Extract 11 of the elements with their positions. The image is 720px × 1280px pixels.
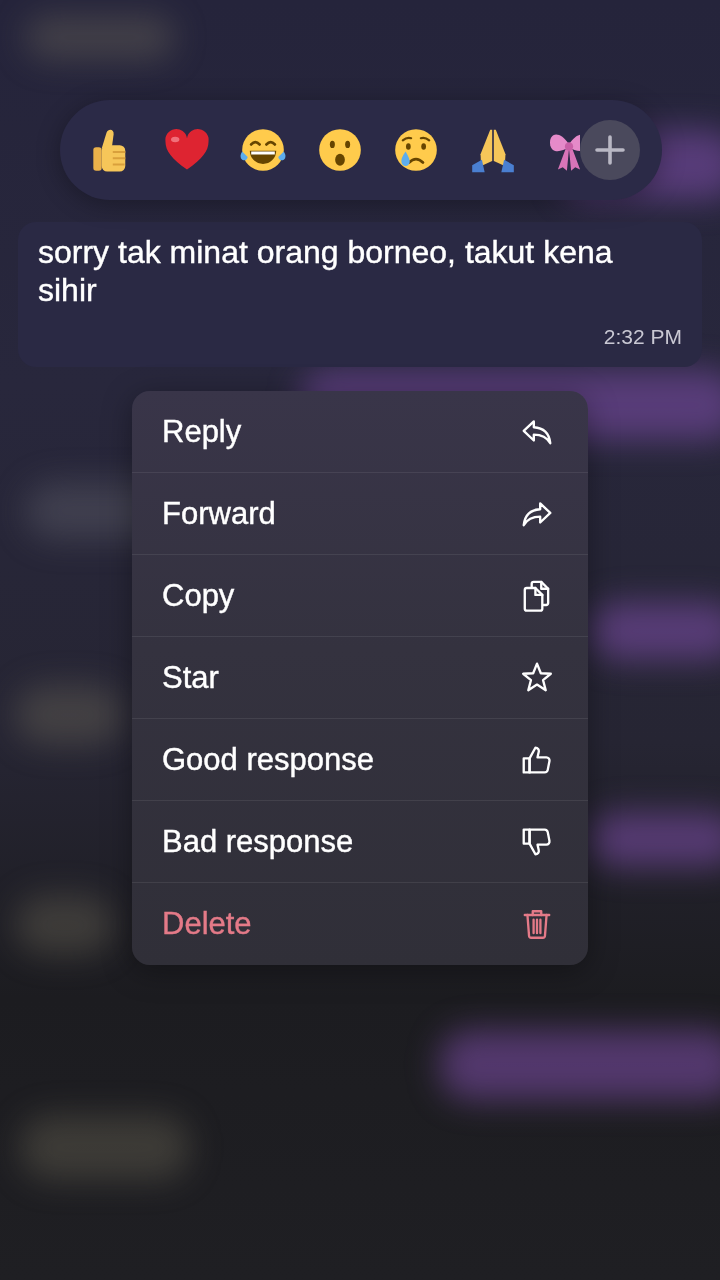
menu-item[interactable]: Delete xyxy=(132,883,588,965)
menu-item[interactable]: Forward xyxy=(132,473,588,555)
menu-item[interactable]: Bad response xyxy=(132,801,588,883)
message-text: sorry tak minat orang borneo, takut kena sihir xyxy=(38,233,614,309)
menu-item[interactable]: Copy xyxy=(132,555,588,637)
menu-item[interactable]: Star xyxy=(132,637,588,719)
plus-icon xyxy=(595,135,625,165)
message-time: 2:32 PM xyxy=(603,325,682,349)
menu-item[interactable]: Good response xyxy=(132,719,588,801)
menu-item[interactable]: Reply xyxy=(132,391,588,473)
add-reaction-button[interactable] xyxy=(580,120,640,180)
